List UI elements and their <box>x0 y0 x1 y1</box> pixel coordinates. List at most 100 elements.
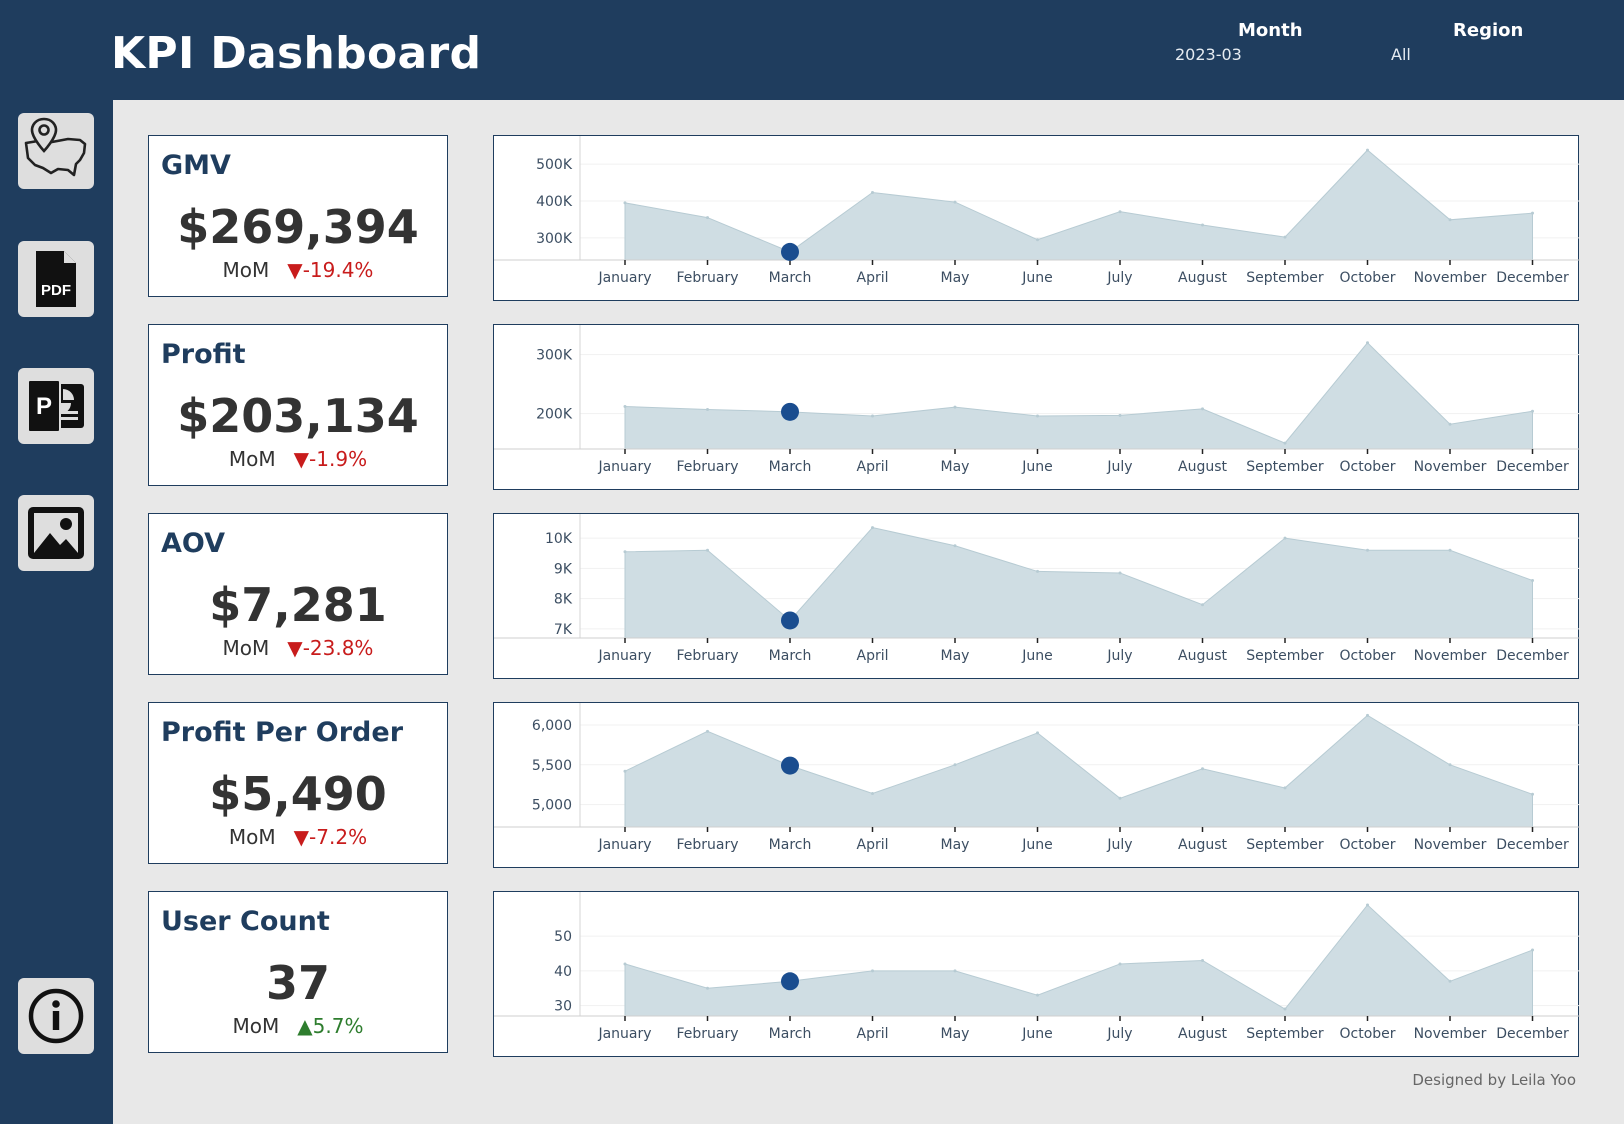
data-point[interactable] <box>1531 948 1534 952</box>
map-button[interactable] <box>18 113 94 189</box>
kpi-title: User Count <box>161 906 330 937</box>
selected-month-marker[interactable] <box>781 242 799 261</box>
data-point[interactable] <box>1448 422 1452 426</box>
data-point[interactable] <box>1118 571 1122 575</box>
data-point[interactable] <box>623 405 627 409</box>
data-point[interactable] <box>1448 218 1452 222</box>
x-tick-label: December <box>1496 648 1569 664</box>
x-tick-label: September <box>1246 1026 1324 1042</box>
x-tick-label: March <box>769 648 812 664</box>
data-point[interactable] <box>1201 958 1204 962</box>
selected-month-marker[interactable] <box>781 972 799 991</box>
data-point[interactable] <box>1036 731 1039 735</box>
data-point[interactable] <box>953 405 957 409</box>
data-point[interactable] <box>1448 763 1452 767</box>
data-point[interactable] <box>1283 786 1287 790</box>
data-point[interactable] <box>871 191 874 195</box>
data-point[interactable] <box>623 550 627 554</box>
data-point[interactable] <box>1118 210 1122 214</box>
export-image-button[interactable] <box>18 495 94 571</box>
data-point[interactable] <box>1283 235 1287 239</box>
data-point[interactable] <box>1448 979 1452 983</box>
mom-label: MoM <box>232 1014 280 1038</box>
data-point[interactable] <box>1366 548 1369 552</box>
x-tick-label: February <box>676 270 738 286</box>
data-point[interactable] <box>953 969 957 973</box>
region-filter-value[interactable]: All <box>1391 45 1411 64</box>
pdf-file-icon: PDF <box>36 251 76 307</box>
data-point[interactable] <box>1283 1007 1287 1011</box>
data-point[interactable] <box>706 216 709 220</box>
kpi-card-gmv: GMV $269,394 MoM ▼-19.4% <box>148 135 448 297</box>
x-tick-label: May <box>941 1026 970 1042</box>
y-tick-label: 500K <box>536 157 573 173</box>
kpi-title: Profit Per Order <box>161 717 404 748</box>
kpi-card-user-count: User Count 37 MoM ▲5.7% <box>148 891 448 1053</box>
data-point[interactable] <box>871 969 874 973</box>
data-point[interactable] <box>871 414 874 418</box>
mom-label: MoM <box>228 825 276 849</box>
data-point[interactable] <box>1531 409 1534 413</box>
month-filter-value[interactable]: 2023-03 <box>1175 45 1242 64</box>
page-title: KPI Dashboard <box>111 28 482 79</box>
data-point[interactable] <box>706 407 709 411</box>
data-point[interactable] <box>1448 548 1452 552</box>
profit-trend-chart: 200K 300K January February March April May June… <box>494 325 1580 475</box>
x-tick-label: July <box>1106 1026 1132 1042</box>
data-point[interactable] <box>953 763 957 767</box>
x-tick-label: July <box>1106 837 1132 853</box>
data-point[interactable] <box>623 962 627 966</box>
data-point[interactable] <box>1036 238 1039 242</box>
data-point[interactable] <box>1036 414 1039 418</box>
data-point[interactable] <box>1366 713 1369 717</box>
data-point[interactable] <box>1531 211 1534 215</box>
data-point[interactable] <box>1201 603 1204 607</box>
data-point[interactable] <box>1531 579 1534 583</box>
data-point[interactable] <box>871 526 874 530</box>
data-point[interactable] <box>1201 223 1204 227</box>
data-point[interactable] <box>953 544 957 548</box>
x-tick-label: October <box>1339 270 1395 286</box>
chart-card-gmv: 300K 400K 500K January February March April May… <box>493 135 1580 301</box>
x-tick-label: August <box>1178 648 1228 664</box>
data-point[interactable] <box>1118 962 1122 966</box>
data-point[interactable] <box>1201 407 1204 411</box>
data-point[interactable] <box>1118 796 1122 800</box>
data-point[interactable] <box>1531 792 1534 796</box>
y-tick-label: 7K <box>554 622 573 638</box>
selected-month-marker[interactable] <box>781 756 799 775</box>
area-series <box>624 904 1533 1017</box>
data-point[interactable] <box>623 769 627 773</box>
data-point[interactable] <box>1201 767 1204 771</box>
data-point[interactable] <box>1366 903 1369 907</box>
data-point[interactable] <box>1283 536 1287 540</box>
mom-change: -19.4% <box>302 258 374 282</box>
x-tick-label: November <box>1414 270 1487 286</box>
export-pdf-button[interactable]: PDF <box>18 241 94 317</box>
month-filter-label: Month <box>1238 20 1303 41</box>
data-point[interactable] <box>706 729 709 733</box>
data-point[interactable] <box>623 201 627 205</box>
export-powerpoint-button[interactable]: P <box>18 368 94 444</box>
data-point[interactable] <box>1283 441 1287 445</box>
us-map-pin-icon <box>24 117 87 177</box>
y-tick-label: 200K <box>536 407 573 423</box>
data-point[interactable] <box>1036 569 1039 573</box>
data-point[interactable] <box>1366 341 1369 345</box>
x-tick-label: April <box>857 837 889 853</box>
selected-month-marker[interactable] <box>781 402 799 421</box>
data-point[interactable] <box>706 548 709 552</box>
data-point[interactable] <box>871 792 874 796</box>
x-tick-label: April <box>857 270 889 286</box>
selected-month-marker[interactable] <box>781 611 799 630</box>
data-point[interactable] <box>1036 993 1039 997</box>
data-point[interactable] <box>1118 413 1122 417</box>
info-button[interactable] <box>18 978 94 1054</box>
mom-change: -7.2% <box>309 825 368 849</box>
data-point[interactable] <box>953 200 957 204</box>
data-point[interactable] <box>1366 148 1369 152</box>
x-tick-label: May <box>941 648 970 664</box>
kpi-card-profit: Profit $203,134 MoM ▼-1.9% <box>148 324 448 486</box>
data-point[interactable] <box>706 986 709 990</box>
y-tick-label: 50 <box>554 929 572 945</box>
